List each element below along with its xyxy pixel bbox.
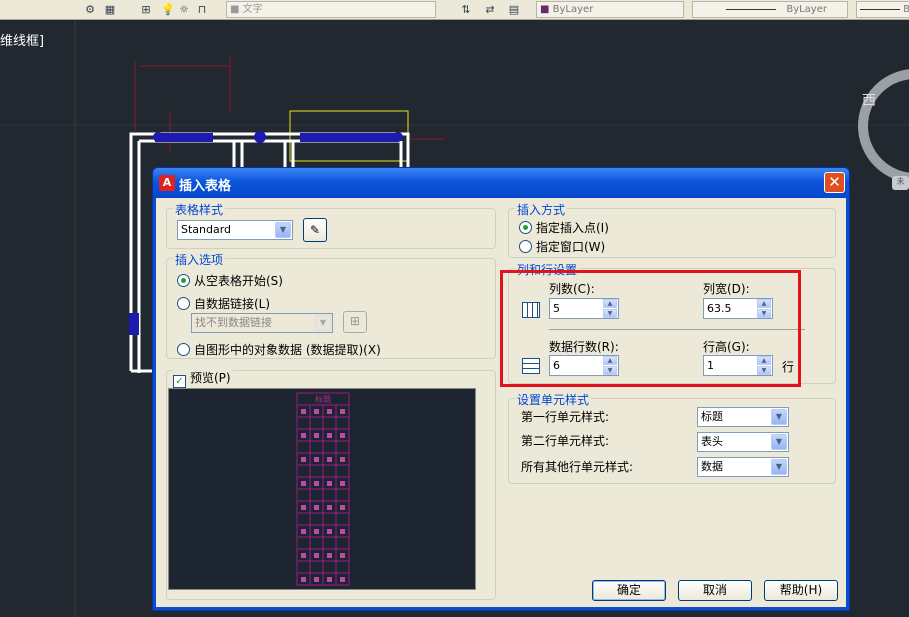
other-rows-value: 数据 — [701, 460, 723, 473]
dialog-title: 插入表格 — [179, 175, 231, 194]
from-objects-label: 自图形中的对象数据 (数据提取)(X) — [194, 343, 381, 357]
radio-insert-point[interactable]: 指定插入点(I) — [519, 219, 609, 236]
help-button[interactable]: 帮助(H) — [764, 580, 838, 601]
chevron-down-icon[interactable]: ▼ — [275, 222, 291, 238]
cell-styles-group: 设置单元样式 第一行单元样式: 标题▼ 第二行单元样式: 表头▼ 所有其他行单元… — [508, 398, 836, 484]
viewport-label[interactable]: 维线框] — [0, 30, 44, 49]
lock-icon[interactable]: ⊓ — [194, 2, 210, 17]
preview-checkbox[interactable]: ✓ 预览(P) — [173, 369, 233, 388]
data-link-combo[interactable]: 找不到数据链接 ▼ — [191, 313, 333, 333]
text-style-combo[interactable]: ■ 文字 — [226, 1, 436, 18]
other-rows-label: 所有其他行单元样式: — [521, 458, 633, 475]
preview-table-graphic: 标题 — [169, 389, 475, 589]
viewcube-ring[interactable] — [855, 66, 909, 186]
insert-window-label: 指定窗口(W) — [536, 240, 605, 254]
radio-empty-icon — [177, 343, 190, 356]
second-row-value: 表头 — [701, 435, 723, 448]
radio-empty-icon — [519, 240, 532, 253]
from-data-link-label: 自数据链接(L) — [194, 297, 270, 311]
layer-tools-icon[interactable]: ▦ — [102, 2, 118, 17]
table-style-value: Standard — [181, 223, 231, 236]
first-row-combo[interactable]: 标题 ▼ — [697, 407, 789, 427]
radio-empty-icon — [177, 297, 190, 310]
properties-toolbar: ⚙ ▦ ⊞ 💡 ☼ ⊓ ■ 文字 ⇅ ⇄ ▤ ■ ByLayer ByLayer… — [0, 0, 909, 20]
viewcube-tab[interactable]: 未 — [892, 176, 909, 190]
lineweight-label: B — [903, 4, 909, 15]
preview-label: 预览(P) — [190, 371, 231, 385]
insert-options-title: 插入选项 — [173, 251, 225, 268]
close-button[interactable]: ✕ — [824, 172, 845, 193]
autocad-app-icon: A — [159, 175, 175, 191]
highlight-annotation — [500, 270, 801, 387]
insert-mode-title: 插入方式 — [515, 201, 567, 218]
sun-icon[interactable]: ☼ — [176, 2, 192, 17]
dialog-client: 表格样式 Standard ▼ ✎ 插入选项 从空表格开始(S) 自数据链接(L… — [156, 198, 846, 607]
insert-mode-group: 插入方式 指定插入点(I) 指定窗口(W) — [508, 208, 836, 258]
insert-point-label: 指定插入点(I) — [536, 221, 609, 235]
first-row-label: 第一行单元样式: — [521, 408, 609, 425]
edit-table-style-button[interactable]: ✎ — [303, 218, 327, 242]
text-style-label: 文字 — [243, 4, 263, 15]
table-style-group: 表格样式 Standard ▼ ✎ — [166, 208, 496, 249]
preview-header-text: 标题 — [315, 394, 331, 404]
cell-styles-title: 设置单元样式 — [515, 391, 591, 408]
table-style-combo[interactable]: Standard ▼ — [177, 220, 293, 240]
data-link-icon: ⊞ — [350, 314, 360, 328]
table-preview: 标题 — [168, 388, 476, 590]
chevron-down-icon[interactable]: ▼ — [771, 459, 787, 475]
radio-selected-icon — [519, 221, 532, 234]
gear-icon[interactable]: ⚙ — [82, 2, 98, 17]
from-empty-label: 从空表格开始(S) — [194, 274, 283, 288]
data-link-value: 找不到数据链接 — [195, 316, 272, 329]
edit-style-icon: ✎ — [310, 223, 320, 237]
radio-selected-icon — [177, 274, 190, 287]
table-style-title: 表格样式 — [173, 201, 225, 218]
linetype-label: ByLayer — [786, 4, 827, 15]
ok-button[interactable]: 确定 — [592, 580, 666, 601]
second-row-label: 第二行单元样式: — [521, 432, 609, 449]
radio-from-objects[interactable]: 自图形中的对象数据 (数据提取)(X) — [177, 341, 381, 358]
radio-insert-window[interactable]: 指定窗口(W) — [519, 238, 605, 255]
second-row-combo[interactable]: 表头 ▼ — [697, 432, 789, 452]
radio-from-empty[interactable]: 从空表格开始(S) — [177, 272, 283, 289]
layer-states-icon[interactable]: ⊞ — [138, 2, 154, 17]
radio-from-data-link[interactable]: 自数据链接(L) — [177, 295, 270, 312]
lineweight-combo[interactable]: B — [856, 1, 909, 18]
layer-previous-icon[interactable]: ⇄ — [482, 2, 498, 17]
layer-isolate-icon[interactable]: ▤ — [506, 2, 522, 17]
dialog-titlebar[interactable]: A 插入表格 ✕ — [153, 168, 849, 198]
other-rows-combo[interactable]: 数据 ▼ — [697, 457, 789, 477]
chevron-down-icon[interactable]: ▼ — [771, 409, 787, 425]
color-combo[interactable]: ■ ByLayer — [536, 1, 684, 18]
viewcube-direction[interactable]: 西 — [862, 90, 876, 110]
data-link-manager-button[interactable]: ⊞ — [343, 311, 367, 333]
insert-table-dialog: A 插入表格 ✕ 表格样式 Standard ▼ ✎ 插入选项 从空表格开始(S… — [152, 167, 850, 611]
color-label: ByLayer — [553, 4, 594, 15]
bulb-icon[interactable]: 💡 — [160, 2, 176, 17]
chevron-down-icon[interactable]: ▼ — [771, 434, 787, 450]
match-properties-icon[interactable]: ⇅ — [458, 2, 474, 17]
linetype-combo[interactable]: ByLayer — [692, 1, 848, 18]
first-row-value: 标题 — [701, 410, 723, 423]
cancel-button[interactable]: 取消 — [678, 580, 752, 601]
check-icon: ✓ — [173, 375, 186, 388]
insert-options-group: 插入选项 从空表格开始(S) 自数据链接(L) 找不到数据链接 ▼ ⊞ 自图形中… — [166, 258, 496, 359]
chevron-down-icon[interactable]: ▼ — [315, 315, 331, 331]
